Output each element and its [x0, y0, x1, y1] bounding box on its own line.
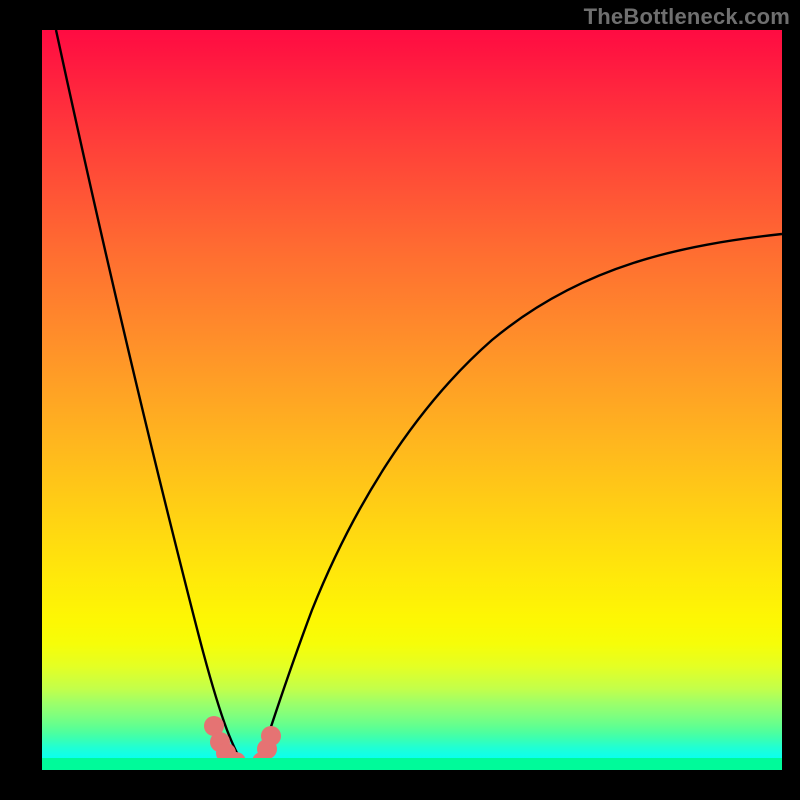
plot-area	[42, 30, 782, 770]
optimal-zone-strip	[42, 758, 782, 770]
curve-left	[56, 30, 245, 766]
bottleneck-curve	[42, 30, 782, 770]
marker-dot	[261, 726, 281, 746]
watermark-text: TheBottleneck.com	[584, 4, 790, 30]
chart-frame: TheBottleneck.com	[0, 0, 800, 800]
curve-right	[258, 234, 782, 766]
